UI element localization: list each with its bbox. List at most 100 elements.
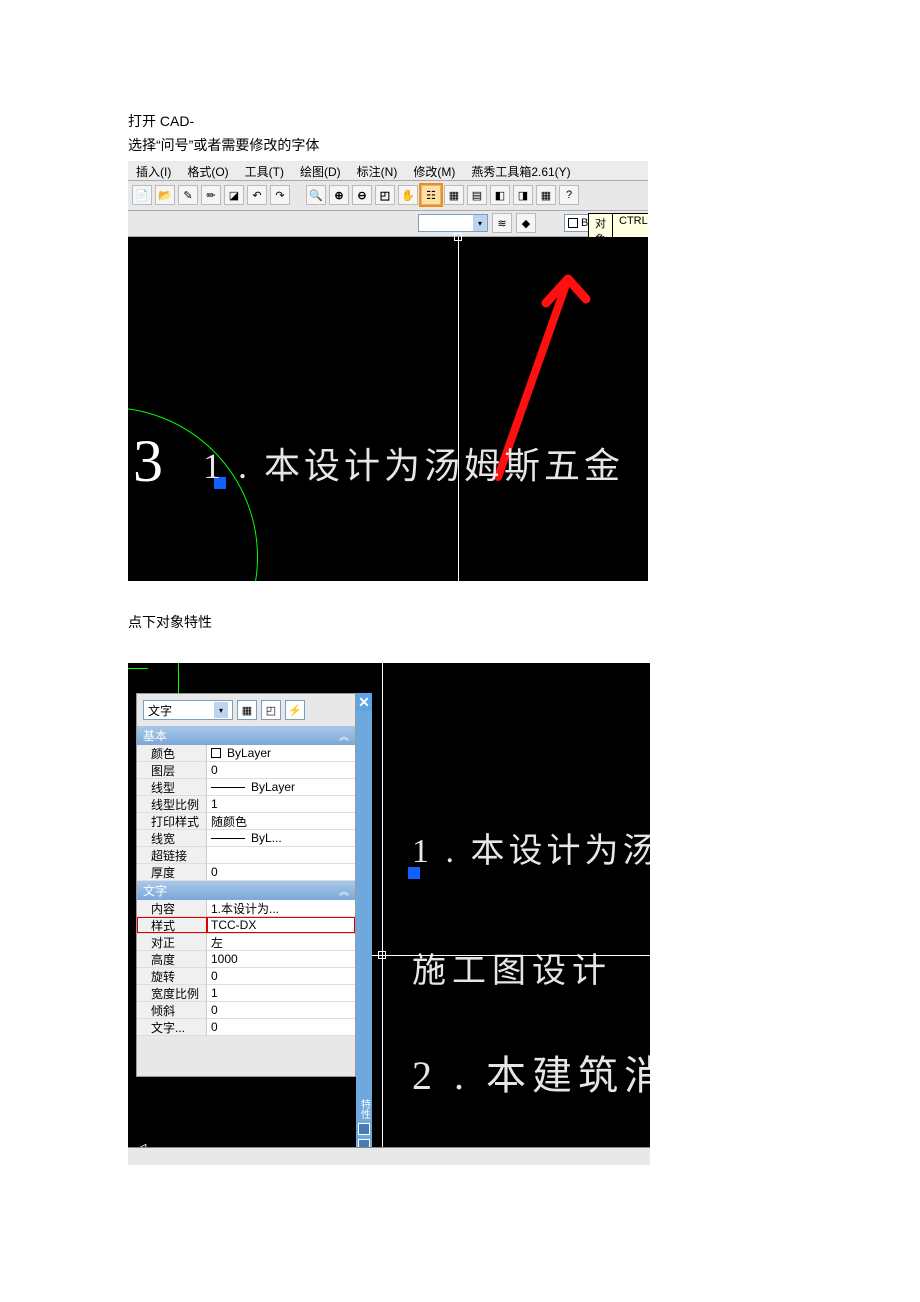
tb-new-icon[interactable]: 📄 (132, 185, 152, 205)
screenshot-2: 文字 ▾ ▦ ◰ ⚡ 基本 ︽ 颜色ByLayer 图层0 线型ByLayer … (128, 663, 650, 1165)
k-content: 内容 (137, 900, 207, 916)
row-justify[interactable]: 对正左 (137, 934, 355, 951)
v-hyperlink[interactable] (207, 847, 355, 863)
v-lineweight[interactable]: ByL... (207, 830, 355, 846)
menu-insert[interactable]: 插入(I) (128, 161, 179, 180)
tb-redo-icon[interactable]: ↷ (270, 185, 290, 205)
color-swatch-icon (211, 748, 221, 758)
tb-zoom-in-icon[interactable]: ⊕ (329, 185, 349, 205)
layer-filter-icon[interactable]: ≋ (492, 213, 512, 233)
tb-grid-icon[interactable]: ▦ (444, 185, 464, 205)
row-color[interactable]: 颜色ByLayer (137, 745, 355, 762)
text-grid: 内容1.本设计为... 样式TCC-DX 对正左 高度1000 旋转0 宽度比例… (137, 900, 355, 1036)
properties-side-label: 特性 (357, 1099, 372, 1119)
v-widthfactor[interactable]: 1 (207, 985, 355, 1001)
properties-close-button[interactable]: ✕ (356, 693, 372, 711)
tb-pan-icon[interactable]: ✋ (398, 185, 418, 205)
row-height[interactable]: 高度1000 (137, 951, 355, 968)
quick-select-icon[interactable]: ▦ (237, 700, 257, 720)
row-hyperlink[interactable]: 超链接 (137, 847, 355, 864)
basic-grid: 颜色ByLayer 图层0 线型ByLayer 线型比例1 打印样式随颜色 线宽… (137, 745, 355, 881)
menu-draw[interactable]: 绘图(D) (292, 161, 349, 180)
select-objects-icon[interactable]: ◰ (261, 700, 281, 720)
tb-zoom-realtime-icon[interactable]: 🔍 (306, 185, 326, 205)
row-rotation[interactable]: 旋转0 (137, 968, 355, 985)
row-widthfactor[interactable]: 宽度比例1 (137, 985, 355, 1002)
tb-zoom-out-icon[interactable]: ⊖ (352, 185, 372, 205)
pickbox (454, 233, 462, 241)
pickbox (378, 951, 386, 959)
section-text[interactable]: 文字 ︽ (137, 881, 355, 900)
tb-undo-icon[interactable]: ↶ (247, 185, 267, 205)
menu-dim[interactable]: 标注(N) (349, 161, 406, 180)
menu-yanxiu[interactable]: 燕秀工具箱2.61(Y) (463, 161, 578, 180)
k-style: 样式 (137, 917, 207, 933)
section-basic[interactable]: 基本 ︽ (137, 726, 355, 745)
menu-tools[interactable]: 工具(T) (237, 161, 292, 180)
cad-text-line1: 1 . 本设计为汤姆斯五金 (203, 437, 624, 489)
tb-misc2-icon[interactable]: ◨ (513, 185, 533, 205)
row-thickness[interactable]: 厚度0 (137, 864, 355, 881)
menu-format[interactable]: 格式(O) (179, 161, 236, 180)
row-style[interactable]: 样式TCC-DX (137, 917, 355, 934)
cad-text-b: 施工图设计 (412, 943, 612, 992)
v-content[interactable]: 1.本设计为... (207, 900, 355, 916)
v-rotation[interactable]: 0 (207, 968, 355, 984)
v-height[interactable]: 1000 (207, 951, 355, 967)
properties-header: 文字 ▾ ▦ ◰ ⚡ (137, 694, 355, 726)
v-thickness[interactable]: 0 (207, 864, 355, 880)
menu-modify[interactable]: 修改(M) (405, 161, 463, 180)
mid-paragraph: 点下对象特性 (128, 611, 792, 633)
tb-pen-icon[interactable]: ✏ (201, 185, 221, 205)
toggle-pickadd-icon[interactable]: ⚡ (285, 700, 305, 720)
tb-properties-icon[interactable]: ☷ (421, 185, 441, 205)
toolbar-main: 📄 📂 ✎ ✏ ◪ ↶ ↷ 🔍 ⊕ ⊖ ◰ ✋ ☷ ▦ ▤ ◧ ◨ ▦ ? (128, 181, 648, 211)
row-ltscale[interactable]: 线型比例1 (137, 796, 355, 813)
v-layer[interactable]: 0 (207, 762, 355, 778)
drawing-canvas-1[interactable]: 3 1 . 本设计为汤姆斯五金 (128, 237, 648, 581)
command-bar[interactable] (128, 1147, 650, 1165)
k-lineweight: 线宽 (137, 830, 207, 846)
row-linetype[interactable]: 线型ByLayer (137, 779, 355, 796)
side-icon-1[interactable] (358, 1123, 370, 1135)
row-oblique[interactable]: 倾斜0 (137, 1002, 355, 1019)
layer-state-icon[interactable]: ◆ (516, 213, 536, 233)
k-rotation: 旋转 (137, 968, 207, 984)
v-plotstyle[interactable]: 随颜色 (207, 813, 355, 829)
intro-line-1: 打开 CAD- (128, 110, 792, 132)
row-lineweight[interactable]: 线宽ByL... (137, 830, 355, 847)
v-color[interactable]: ByLayer (207, 745, 355, 761)
tb-calc-icon[interactable]: ▦ (536, 185, 556, 205)
crosshair-v (382, 663, 383, 1165)
row-layer[interactable]: 图层0 (137, 762, 355, 779)
tb-misc1-icon[interactable]: ◧ (490, 185, 510, 205)
k-justify: 对正 (137, 934, 207, 950)
chevron-down-icon: ▾ (473, 215, 487, 231)
drawing-canvas-2[interactable]: 1 . 本设计为汤 施工图设计 2 . 本建筑消防 (372, 663, 650, 1165)
row-plotstyle[interactable]: 打印样式随颜色 (137, 813, 355, 830)
green-line-h (128, 668, 148, 669)
v-justify[interactable]: 左 (207, 934, 355, 950)
v-ltscale[interactable]: 1 (207, 796, 355, 812)
layer-dropdown[interactable]: ▾ (418, 214, 488, 232)
tb-help-icon[interactable]: ? (559, 185, 579, 205)
tb-brush-icon[interactable]: ✎ (178, 185, 198, 205)
cad-text-a: 1 . 本设计为汤 (412, 823, 650, 872)
color-swatch-icon (568, 218, 578, 228)
tb-zoom-window-icon[interactable]: ◰ (375, 185, 395, 205)
v-linetype[interactable]: ByLayer (207, 779, 355, 795)
k-height: 高度 (137, 951, 207, 967)
row-textmisc[interactable]: 文字...0 (137, 1019, 355, 1036)
k-thickness: 厚度 (137, 864, 207, 880)
k-textmisc: 文字... (137, 1019, 207, 1035)
properties-sidebar: 特性 (356, 711, 372, 1155)
v-style[interactable]: TCC-DX (207, 917, 355, 933)
v-textmisc[interactable]: 0 (207, 1019, 355, 1035)
object-type-dropdown[interactable]: 文字 ▾ (143, 700, 233, 720)
tb-open-icon[interactable]: 📂 (155, 185, 175, 205)
v-oblique[interactable]: 0 (207, 1002, 355, 1018)
row-content[interactable]: 内容1.本设计为... (137, 900, 355, 917)
tb-eraser-icon[interactable]: ◪ (224, 185, 244, 205)
k-widthfactor: 宽度比例 (137, 985, 207, 1001)
tb-sheet-icon[interactable]: ▤ (467, 185, 487, 205)
